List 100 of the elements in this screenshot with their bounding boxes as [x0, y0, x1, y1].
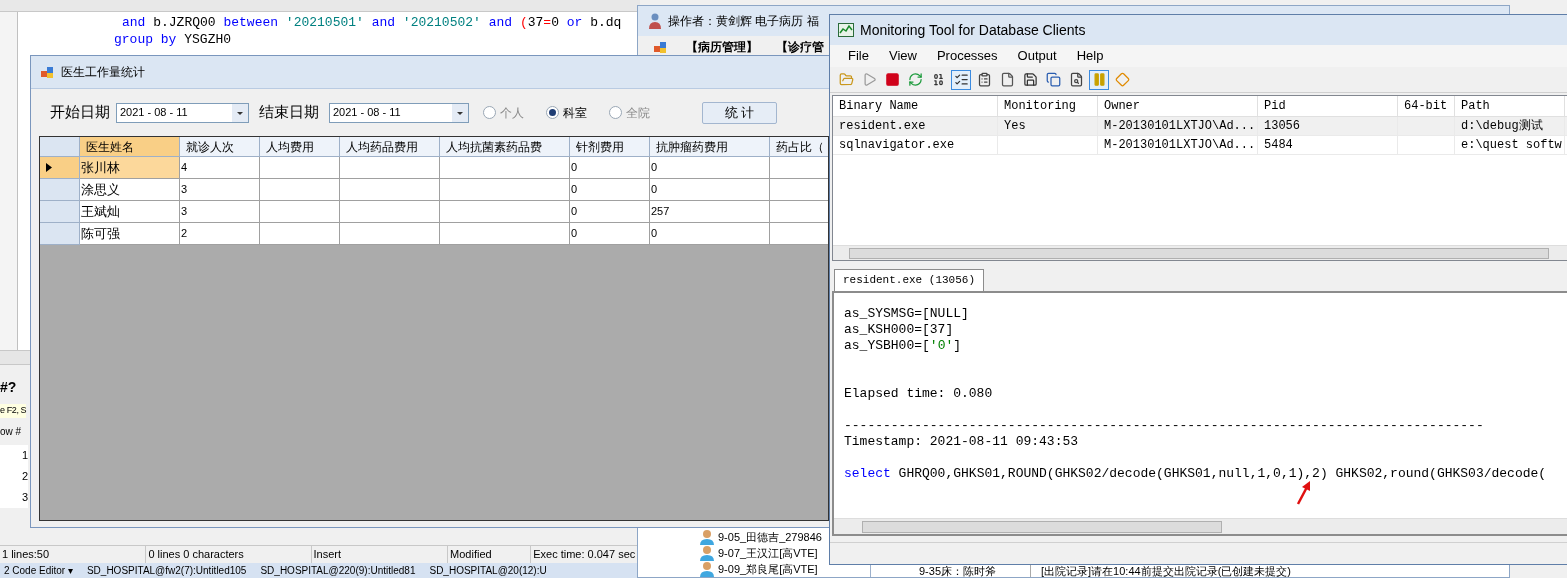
panel-label: e F2, S [0, 404, 27, 418]
file-search-icon [1068, 72, 1084, 87]
folder-icon [838, 72, 854, 87]
clipboard-icon [976, 72, 992, 87]
table-cell: resident.exe [833, 117, 998, 135]
column-header[interactable]: Binary Name [833, 96, 998, 116]
taskbar-item[interactable]: SD_HOSPITAL@220(9):Untitled81 [260, 563, 416, 578]
column-header[interactable]: Owner [1098, 96, 1258, 116]
window-icon [654, 40, 668, 54]
column-header[interactable]: 人均费用 [260, 137, 340, 157]
process-row[interactable]: sqlnavigator.exe M-20130101LXTJO\Ad... 5484 e:\quest softw [833, 136, 1567, 155]
log-line: ---------------------------------------------------------------------------------- [844, 418, 1484, 434]
code-line: and b.JZRQ00 between '20210501' and '20210502' and (37=0 or b.dq [122, 14, 622, 31]
table-cell: Yes [998, 117, 1098, 135]
calculate-button[interactable]: 统 计 [702, 101, 777, 124]
scrollbar[interactable] [834, 518, 1567, 534]
monitor-icon [838, 23, 854, 37]
column-header[interactable]: 就诊人次 [180, 137, 260, 157]
column-header[interactable]: Path [1455, 96, 1565, 116]
status-text: Exec time: 0.047 sec [533, 547, 636, 563]
column-header[interactable]: 药占比（ [770, 137, 828, 157]
dropdown-icon[interactable] [232, 103, 248, 122]
status-text: 1 lines:50 [2, 547, 50, 563]
date-picker[interactable]: 2021 - 08 - 11 [329, 102, 469, 123]
log-line: as_KSH000=[37] [844, 322, 954, 338]
window-title: 操作者：黄剑辉 电子病历 福 [668, 13, 819, 30]
table-cell: M-20130101LXTJO\Ad... [1098, 117, 1258, 135]
row-number: 3 [0, 486, 28, 508]
radio-button[interactable] [609, 106, 622, 119]
row-number: 2 [0, 465, 28, 487]
column-header[interactable]: Monitoring [998, 96, 1098, 116]
column-header[interactable]: 针剂费用 [570, 137, 650, 157]
row-header[interactable] [40, 157, 80, 179]
taskbar-item[interactable]: SD_HOSPITAL@20(12):U [429, 563, 547, 578]
table-cell: sqlnavigator.exe [833, 136, 998, 154]
panel-label: ow # [0, 424, 22, 439]
menu-item[interactable]: 【诊疗管 [776, 38, 824, 56]
person-icon [700, 545, 714, 561]
status-text: Insert [313, 547, 342, 563]
window-title: Monitoring Tool for Database Clients [860, 20, 1086, 40]
list-icon [953, 72, 969, 87]
table-cell: 陈可强 [80, 223, 180, 245]
menu-item[interactable]: View [888, 46, 917, 66]
annotation-arrow [1296, 481, 1312, 505]
status-text: Modified [450, 547, 492, 563]
column-header[interactable]: Pid [1258, 96, 1398, 116]
radio-button[interactable] [546, 106, 559, 119]
corner-header [40, 137, 80, 157]
menu-item[interactable]: Help [1076, 46, 1104, 66]
row-number: 1 [0, 444, 28, 466]
tree-item[interactable]: 9-07_王汉江[高VTE] [718, 544, 818, 562]
output-tab[interactable]: resident.exe (13056) [834, 269, 985, 291]
copy-icon [1045, 72, 1061, 87]
column-header[interactable]: 人均药品费用 [340, 137, 440, 157]
stop-icon [884, 72, 900, 87]
table-cell-text: [出院记录]请在10:44前提交出院记录(已创建未提交) [1040, 565, 1291, 577]
menu-item[interactable]: Processes [936, 46, 998, 66]
person-icon [700, 529, 714, 545]
table-cell: 13056 [1258, 117, 1398, 135]
toolbar-button[interactable] [951, 69, 971, 90]
table-cell: 0 [570, 223, 650, 245]
tree-item[interactable]: 9-05_田德吉_279846 [718, 528, 822, 546]
table-cell: M-20130101LXTJO\Ad... [1098, 136, 1258, 154]
table-cell: e:\quest softw [1455, 136, 1565, 154]
diamond-icon [1114, 72, 1130, 87]
dropdown-icon[interactable] [452, 103, 468, 122]
column-header[interactable]: 抗肿瘤药费用 [650, 137, 770, 157]
tree-item[interactable]: 9-09_郑良尾[高VTE] [718, 560, 818, 578]
log-line: select GHRQ00,GHKS01,ROUND(GHKS02/decode(GHKS01,null,1,0,1),2) GHKS02,round(GHKS03/decode( [844, 466, 1547, 482]
field-label: 开始日期 [50, 102, 110, 123]
process-row[interactable]: resident.exe Yes M-20130101LXTJO\Ad... 13056 d:\debug测试 [833, 117, 1567, 136]
play-icon [861, 72, 877, 87]
doctor-icon [648, 13, 662, 29]
pause-icon [1091, 72, 1107, 87]
person-icon [700, 561, 714, 577]
panel-label: #? [0, 378, 17, 397]
scrollbar[interactable] [833, 245, 1567, 260]
taskbar-item[interactable]: 2 Code Editor ▾ [4, 563, 73, 578]
dialog-title: 医生工作量统计 [61, 64, 145, 81]
log-line: as_YSBH00=['0'] [844, 338, 962, 354]
menu-item[interactable]: File [848, 46, 869, 66]
field-label: 结束日期 [259, 102, 319, 123]
log-line: Timestamp: 2021-08-11 09:43:53 [844, 434, 1079, 450]
save-icon [1022, 72, 1038, 87]
column-header[interactable]: 医生姓名 [80, 137, 180, 157]
radio-label[interactable]: 科室 [563, 103, 587, 122]
taskbar-item[interactable]: SD_HOSPITAL@fw2(7):Untitled105 [86, 563, 247, 578]
code-line: group by YSGZH0 [114, 31, 232, 48]
radio-button[interactable] [483, 106, 496, 119]
file-icon [999, 72, 1015, 87]
menu-item[interactable]: Output [1017, 46, 1057, 66]
date-picker[interactable]: 2021 - 08 - 11 [116, 102, 249, 123]
log-line: as_SYSMSG=[NULL] [844, 306, 969, 322]
column-header[interactable]: 64-bit [1398, 96, 1455, 116]
column-header[interactable]: 人均抗菌素药品费 [440, 137, 570, 157]
table-cell: d:\debug测试 [1455, 117, 1565, 135]
table-cell: 张川林 [80, 157, 180, 179]
window-icon [41, 65, 55, 79]
status-text: 0 lines 0 characters [148, 547, 244, 563]
menu-item[interactable]: 【病历管理】 [686, 38, 758, 56]
